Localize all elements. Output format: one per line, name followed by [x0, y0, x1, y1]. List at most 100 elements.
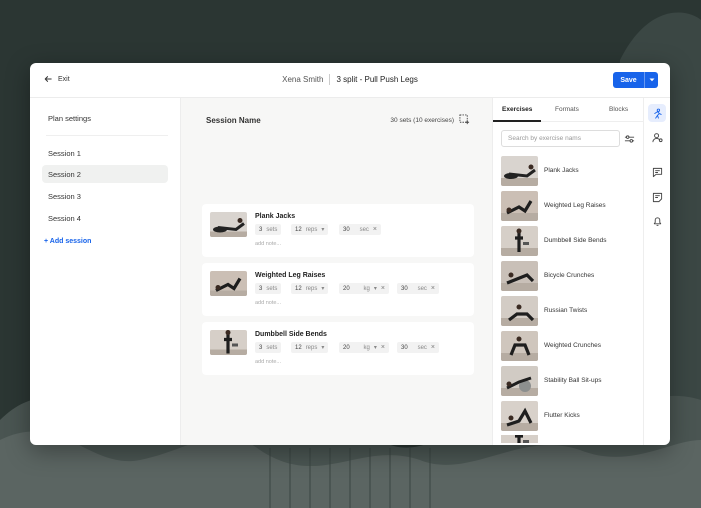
add-session-button[interactable]: + Add session	[44, 238, 91, 245]
list-item[interactable]: Stability Ball Sit-ups	[501, 365, 637, 396]
weight-field[interactable]: 20 kg ▾ ×	[339, 342, 389, 353]
time-field[interactable]: 30 sec ×	[339, 224, 381, 235]
exercise-thumbnail	[501, 365, 538, 396]
chat-button[interactable]	[648, 163, 666, 181]
save-options-dropdown[interactable]	[644, 72, 658, 88]
library-tabs: Exercises Formats Blocks	[493, 98, 643, 122]
exercise-name: Plank Jacks	[255, 213, 296, 220]
time-unit: sec	[417, 344, 427, 351]
exercise-name: Dumbbell Side Bends	[255, 331, 327, 338]
filter-sliders-icon[interactable]	[624, 134, 635, 144]
close-icon[interactable]: ×	[431, 344, 435, 351]
reps-field[interactable]: 12 reps ▾	[291, 342, 329, 353]
list-item[interactable]: Weighted Crunches	[501, 330, 637, 361]
reps-field[interactable]: 12 reps ▾	[291, 283, 329, 294]
close-icon[interactable]: ×	[373, 226, 377, 233]
client-name: Xena Smith	[282, 75, 324, 84]
chevron-down-icon: ▾	[321, 345, 325, 351]
add-note-field[interactable]: add note...	[255, 359, 281, 365]
exercise-name: Dumbbell Side Bends	[544, 237, 607, 244]
session-editor: Session Name 30 sets (10 exercises) Plan…	[180, 98, 493, 445]
reps-unit: reps	[305, 285, 318, 292]
exercise-thumbnail	[501, 330, 538, 361]
exercise-thumbnail	[501, 155, 538, 186]
exercise-card[interactable]: Plank Jacks 3 sets 12 reps ▾ 30 sec × add note...	[202, 204, 474, 257]
time-field[interactable]: 30 sec ×	[397, 342, 439, 353]
chevron-down-icon: ▾	[321, 286, 325, 292]
session-title[interactable]: Session Name	[206, 116, 261, 125]
sidebar-item-session-1[interactable]: Session 1	[42, 144, 168, 162]
plan-name: 3 split - Pull Push Legs	[336, 75, 418, 84]
plan-settings-link[interactable]: Plan settings	[48, 114, 91, 123]
sidebar-item-session-2[interactable]: Session 2	[42, 165, 168, 183]
exercise-search-input[interactable]	[501, 130, 620, 147]
reps-field[interactable]: 12 reps ▾	[291, 224, 329, 235]
add-note-field[interactable]: add note...	[255, 241, 281, 247]
top-bar: Exit Xena Smith 3 split - Pull Push Legs…	[30, 63, 670, 98]
tab-blocks[interactable]: Blocks	[609, 106, 628, 113]
sets-field[interactable]: 3 sets	[255, 342, 282, 353]
time-unit: sec	[359, 226, 369, 233]
notes-button[interactable]	[648, 188, 666, 206]
exercise-thumbnail	[210, 271, 247, 296]
exercise-thumbnail	[210, 212, 247, 237]
list-item[interactable]: Dumbbell Side Bends	[501, 225, 637, 256]
title-divider	[329, 74, 331, 85]
exercise-thumbnail	[501, 400, 538, 431]
list-item[interactable]: Bicycle Crunches	[501, 260, 637, 291]
sets-unit: sets	[266, 285, 278, 292]
bell-icon	[653, 216, 661, 226]
list-item[interactable]: Weighted Leg Raises	[501, 190, 637, 221]
close-icon[interactable]: ×	[381, 344, 385, 351]
exercise-card[interactable]: Dumbbell Side Bends 3 sets 12 reps ▾ 20 kg ▾ × 30 s…	[202, 322, 474, 375]
close-icon[interactable]: ×	[381, 285, 385, 292]
time-value: 30	[401, 344, 408, 351]
exercise-name: Weighted Crunches	[544, 342, 601, 349]
chevron-down-icon: ▾	[373, 345, 377, 351]
sidebar-item-session-4[interactable]: Session 4	[42, 209, 168, 227]
client-profile-icon	[651, 132, 663, 142]
close-icon[interactable]: ×	[431, 285, 435, 292]
exercise-thumbnail	[210, 330, 247, 355]
weight-value: 20	[343, 285, 350, 292]
exercise-thumbnail	[501, 190, 538, 221]
list-item[interactable]: Flutter Kicks	[501, 400, 637, 431]
exercise-library-button[interactable]	[648, 104, 666, 122]
list-item[interactable]: Plank Jacks	[501, 155, 637, 186]
exercise-name: Weighted Leg Raises	[544, 202, 606, 209]
exercise-library-icon	[653, 108, 662, 119]
sidebar-item-session-3[interactable]: Session 3	[42, 187, 168, 205]
sidebar-divider	[46, 135, 168, 136]
sets-field[interactable]: 3 sets	[255, 224, 282, 235]
time-field[interactable]: 30 sec ×	[397, 283, 439, 294]
reps-unit: reps	[305, 226, 318, 233]
time-value: 30	[401, 285, 408, 292]
weight-field[interactable]: 20 kg ▾ ×	[339, 283, 389, 294]
sets-value: 3	[259, 344, 263, 351]
tab-exercises[interactable]: Exercises	[502, 106, 532, 113]
exercise-thumbnail	[501, 260, 538, 291]
page-title: Xena Smith 3 split - Pull Push Legs	[30, 74, 670, 85]
notes-icon	[652, 192, 662, 202]
sets-value: 3	[259, 285, 263, 292]
add-note-field[interactable]: add note...	[255, 300, 281, 306]
list-item[interactable]: Russian Twists	[501, 295, 637, 326]
weight-unit: kg	[363, 344, 370, 351]
time-value: 30	[343, 226, 350, 233]
sets-value: 3	[259, 226, 263, 233]
app-window: Exit Xena Smith 3 split - Pull Push Legs…	[30, 63, 670, 445]
exercise-card[interactable]: Weighted Leg Raises 3 sets 12 reps ▾ 20 kg ▾ × 30 s…	[202, 263, 474, 316]
sets-field[interactable]: 3 sets	[255, 283, 282, 294]
select-all-icon[interactable]	[459, 114, 470, 125]
notifications-button[interactable]	[648, 212, 666, 230]
client-profile-button[interactable]	[648, 128, 666, 146]
save-button[interactable]: Save	[613, 72, 658, 88]
exercise-thumbnail	[501, 295, 538, 326]
active-tab-indicator	[493, 120, 541, 122]
weight-value: 20	[343, 344, 350, 351]
tab-formats[interactable]: Formats	[555, 106, 579, 113]
exercise-name: Russian Twists	[544, 307, 588, 314]
exercise-thumbnail	[501, 225, 538, 256]
right-icon-rail	[643, 98, 670, 445]
chat-icon	[652, 167, 662, 177]
